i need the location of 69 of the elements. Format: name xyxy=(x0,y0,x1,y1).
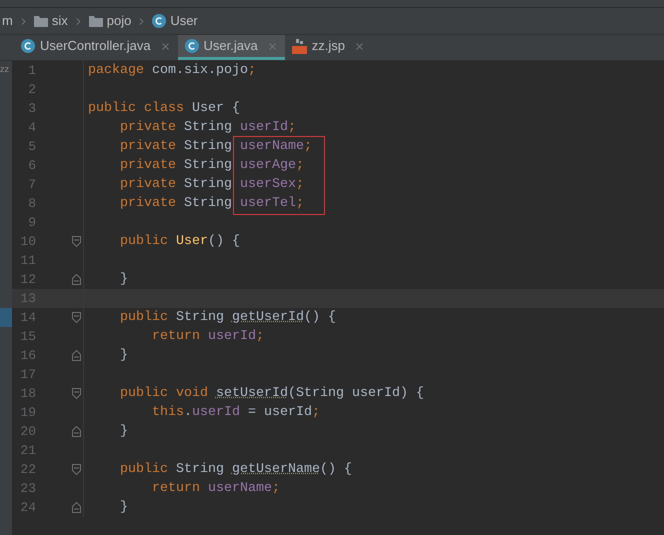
editor-tab[interactable]: User.java xyxy=(178,35,285,60)
fold-end-icon[interactable] xyxy=(72,426,81,437)
line-number: 15 xyxy=(19,328,36,346)
line-number: 2 xyxy=(27,80,36,99)
line-number: 4 xyxy=(27,118,36,137)
fold-icon[interactable] xyxy=(72,312,81,323)
line-number: 6 xyxy=(27,156,36,175)
fold-icon[interactable] xyxy=(72,236,81,247)
line-number: 12 xyxy=(19,270,36,289)
close-icon[interactable] xyxy=(160,40,171,52)
line-number: 3 xyxy=(27,100,36,118)
line-number: 20 xyxy=(19,422,36,441)
line-number: 18 xyxy=(19,384,36,403)
line-number: 1 xyxy=(27,62,36,80)
line-number: 23 xyxy=(19,480,36,498)
tab-label: zz.jsp xyxy=(312,37,345,56)
code-line: private String userTel; xyxy=(118,194,304,213)
code-line: private String userName; xyxy=(118,138,312,156)
line-number: 5 xyxy=(27,138,36,156)
fold-icon[interactable] xyxy=(72,388,81,399)
editor-tab[interactable]: UserController.java xyxy=(14,35,178,60)
line-number: 8 xyxy=(27,194,36,213)
close-icon[interactable] xyxy=(266,40,278,52)
fold-end-icon[interactable] xyxy=(72,502,81,513)
line-number: 16 xyxy=(19,346,36,365)
code-line: private String userId; xyxy=(118,118,296,137)
code-line: private String userSex; xyxy=(118,176,304,194)
line-number: 24 xyxy=(19,498,36,517)
tab-label: UserController.java xyxy=(40,37,151,56)
code-line: public String getUserId() { xyxy=(118,308,336,327)
line-number: 9 xyxy=(27,214,36,232)
line-number: 7 xyxy=(27,176,36,194)
side-strip-label: zz xyxy=(0,65,10,74)
code-line: } xyxy=(118,346,128,365)
line-number: 17 xyxy=(19,366,36,384)
breadcrumb-item[interactable]: m xyxy=(2,11,13,31)
code-line: } xyxy=(118,498,128,517)
code-line: } xyxy=(118,270,128,289)
editor-tab[interactable]: zz.jsp xyxy=(284,35,372,60)
fold-end-icon[interactable] xyxy=(72,350,81,361)
line-number: 14 xyxy=(19,308,36,327)
breadcrumb-item[interactable]: six xyxy=(34,11,68,31)
code-line: public void setUserId(String userId) { xyxy=(118,384,424,403)
code-line: public String getUserName() { xyxy=(118,460,352,479)
breadcrumb-item[interactable]: pojo xyxy=(88,11,132,31)
code-line: return userName; xyxy=(150,480,280,498)
close-icon[interactable] xyxy=(354,40,365,52)
fold-icon[interactable] xyxy=(72,464,81,475)
code-line: this.userId = userId; xyxy=(150,404,320,422)
code-line: public User() { xyxy=(118,232,240,251)
line-number: 19 xyxy=(19,404,36,422)
code-line: public class User { xyxy=(87,100,240,118)
folder-icon xyxy=(88,15,103,27)
code-line: } xyxy=(118,422,128,441)
breadcrumb-item[interactable]: User xyxy=(152,11,198,31)
class-icon xyxy=(152,14,166,28)
jsp-file-icon xyxy=(292,38,307,54)
line-number: 22 xyxy=(19,460,36,479)
fold-end-icon[interactable] xyxy=(72,274,81,285)
line-number: 10 xyxy=(19,232,36,251)
class-icon xyxy=(21,39,35,53)
line-number: 11 xyxy=(19,252,36,270)
class-icon xyxy=(184,39,199,53)
code-line: return userId; xyxy=(150,328,264,346)
code-line: private String userAge; xyxy=(118,156,304,175)
folder-icon xyxy=(34,15,48,27)
code-line: package com.six.pojo; xyxy=(87,62,256,80)
tab-label: User.java xyxy=(204,37,258,56)
line-number: 21 xyxy=(19,442,36,460)
